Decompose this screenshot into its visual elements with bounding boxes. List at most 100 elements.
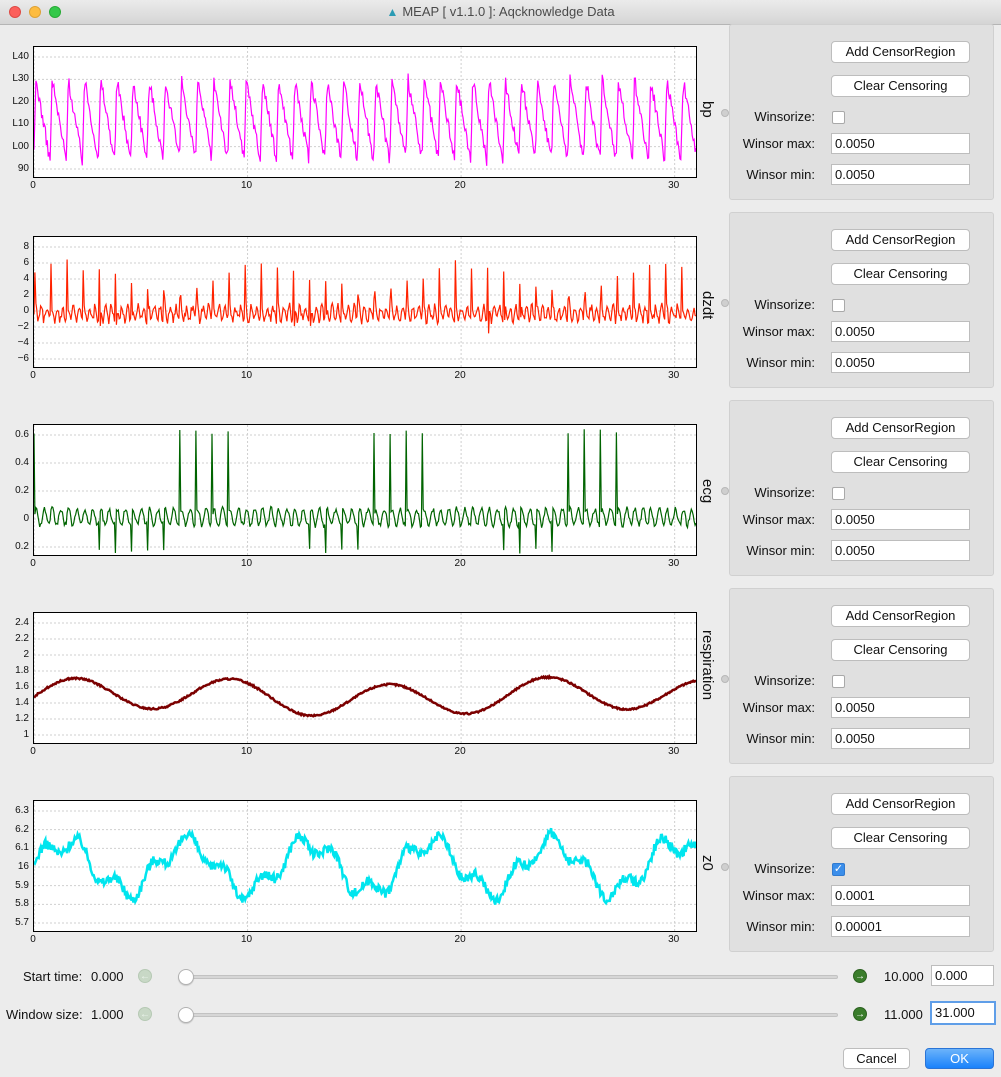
- winsor-max-input[interactable]: 0.0050: [831, 697, 970, 718]
- z0-x-tick-label: 0: [30, 934, 36, 945]
- start-time-slider-thumb[interactable]: [178, 969, 194, 985]
- respiration-x-tick-label: 20: [454, 746, 466, 757]
- ecg-plot-area[interactable]: [33, 424, 697, 556]
- dzdt-plot-area[interactable]: [33, 236, 697, 368]
- bp-axis-label: bp: [699, 101, 716, 118]
- winsor-min-label: Winsor min:: [746, 543, 815, 558]
- winsorize-checkbox[interactable]: [832, 487, 845, 500]
- window-size-input[interactable]: 31.000: [930, 1001, 996, 1025]
- bp-control-panel: Add CensorRegion Clear Censoring Winsorize…: [729, 24, 994, 200]
- add-censor-region-button[interactable]: Add CensorRegion: [831, 793, 970, 815]
- dzdt-splitter-handle[interactable]: [721, 299, 729, 307]
- winsor-max-label: Winsor max:: [742, 700, 815, 715]
- winsorize-label: Winsorize:: [754, 485, 815, 500]
- clear-censoring-button[interactable]: Clear Censoring: [831, 451, 970, 473]
- winsorize-label: Winsorize:: [754, 673, 815, 688]
- bp-y-tick-label: 90: [17, 163, 29, 174]
- bp-y-tick-label: L40: [12, 51, 29, 62]
- add-censor-region-button[interactable]: Add CensorRegion: [831, 605, 970, 627]
- bp-x-tick-label: 30: [668, 180, 680, 191]
- dzdt-y-tick-label: 0: [23, 305, 29, 316]
- respiration-x-tick-label: 10: [240, 746, 253, 757]
- winsor-min-input[interactable]: 0.0050: [831, 728, 970, 749]
- z0-x-tick-label: 30: [668, 934, 680, 945]
- respiration-control-panel: Add CensorRegion Clear Censoring Winsorize…: [729, 588, 994, 764]
- bp-y-tick-label: L00: [12, 140, 29, 152]
- ecg-axis-label: ecg: [699, 479, 716, 504]
- window-title-text: MEAP [ v1.1.0 ]: Aqcknowledge Data: [402, 4, 615, 19]
- start-time-value: 0.000: [91, 969, 124, 984]
- dzdt-y-tick-label: −4: [17, 337, 29, 348]
- start-time-decrease-arrow-icon[interactable]: ←: [138, 969, 152, 983]
- winsor-min-input[interactable]: 0.0050: [831, 352, 970, 373]
- ecg-y-tick-label: 0.2: [15, 485, 29, 496]
- window-title: ▲ MEAP [ v1.1.0 ]: Aqcknowledge Data: [0, 4, 1001, 19]
- window-size-slider-track[interactable]: [178, 1013, 838, 1017]
- winsor-min-label: Winsor min:: [746, 355, 815, 370]
- respiration-y-tick-label: 2: [23, 649, 29, 660]
- clear-censoring-button[interactable]: Clear Censoring: [831, 827, 970, 849]
- z0-plot-area[interactable]: [33, 800, 698, 932]
- title-bar: ▲ MEAP [ v1.1.0 ]: Aqcknowledge Data: [0, 0, 1001, 25]
- z0-axis-label: z0: [699, 855, 716, 871]
- respiration-splitter-handle[interactable]: [721, 675, 729, 683]
- winsor-min-label: Winsor min:: [746, 731, 815, 746]
- winsor-min-label: Winsor min:: [746, 919, 815, 934]
- z0-y-tick-label: 16: [17, 861, 29, 872]
- window-size-max: 11.000: [884, 1007, 923, 1022]
- respiration-y-tick-label: 2.2: [15, 633, 29, 644]
- winsor-max-input[interactable]: 0.0050: [831, 509, 970, 530]
- z0-signal-svg: [33, 801, 698, 931]
- add-censor-region-button[interactable]: Add CensorRegion: [831, 417, 970, 439]
- ecg-signal-svg: [33, 425, 697, 555]
- z0-x-tick-label: 10: [240, 934, 253, 945]
- dzdt-y-tick-label: 6: [23, 257, 29, 268]
- z0-signal-line: [33, 827, 698, 906]
- respiration-x-tick-label: 0: [30, 746, 36, 757]
- winsor-max-label: Winsor max:: [742, 324, 815, 339]
- winsor-min-input[interactable]: 0.0050: [831, 164, 970, 185]
- bp-splitter-handle[interactable]: [721, 109, 729, 117]
- ecg-signal-line: [33, 429, 697, 554]
- winsor-min-input[interactable]: 0.00001: [831, 916, 970, 937]
- cancel-button[interactable]: Cancel: [843, 1048, 910, 1069]
- start-time-input[interactable]: 0.000: [931, 965, 994, 986]
- z0-splitter-handle[interactable]: [721, 863, 729, 871]
- clear-censoring-button[interactable]: Clear Censoring: [831, 263, 970, 285]
- respiration-y-tick-label: 1.8: [15, 665, 29, 676]
- add-censor-region-button[interactable]: Add CensorRegion: [831, 229, 970, 251]
- winsorize-checkbox[interactable]: ✓: [832, 863, 845, 876]
- dzdt-signal-svg: [33, 237, 697, 367]
- winsor-max-input[interactable]: 0.0050: [831, 133, 970, 154]
- window-size-label: Window size:: [6, 1007, 83, 1022]
- winsorize-label: Winsorize:: [754, 109, 815, 124]
- respiration-y-tick-label: 1: [23, 729, 29, 740]
- dzdt-signal-line: [33, 259, 697, 334]
- ecg-x-tick-label: 0: [30, 558, 36, 569]
- respiration-plot-area[interactable]: [33, 612, 697, 744]
- bp-plot-area[interactable]: [33, 46, 697, 178]
- clear-censoring-button[interactable]: Clear Censoring: [831, 75, 970, 97]
- ecg-y-tick-label: 0: [23, 513, 29, 524]
- start-time-increase-arrow-icon[interactable]: →: [853, 969, 867, 983]
- winsor-max-label: Winsor max:: [742, 136, 815, 151]
- winsor-max-input[interactable]: 0.0050: [831, 321, 970, 342]
- winsor-min-input[interactable]: 0.0050: [831, 540, 970, 561]
- clear-censoring-button[interactable]: Clear Censoring: [831, 639, 970, 661]
- window-size-increase-arrow-icon[interactable]: →: [853, 1007, 867, 1021]
- start-time-slider-track[interactable]: [178, 975, 838, 979]
- winsorize-checkbox[interactable]: [832, 675, 845, 688]
- bp-y-tick-label: L30: [12, 73, 29, 85]
- ok-button[interactable]: OK: [925, 1048, 994, 1069]
- window-size-decrease-arrow-icon[interactable]: ←: [138, 1007, 152, 1021]
- ecg-x-tick-label: 10: [240, 558, 253, 569]
- winsorize-checkbox[interactable]: [832, 111, 845, 124]
- add-censor-region-button[interactable]: Add CensorRegion: [831, 41, 970, 63]
- winsorize-checkbox[interactable]: [832, 299, 845, 312]
- start-time-label: Start time:: [23, 969, 83, 984]
- winsor-max-input[interactable]: 0.0001: [831, 885, 970, 906]
- window-size-slider-thumb[interactable]: [178, 1007, 194, 1023]
- ecg-splitter-handle[interactable]: [721, 487, 729, 495]
- dzdt-control-panel: Add CensorRegion Clear Censoring Winsorize…: [729, 212, 994, 388]
- z0-y-tick-label: 6.2: [15, 823, 29, 835]
